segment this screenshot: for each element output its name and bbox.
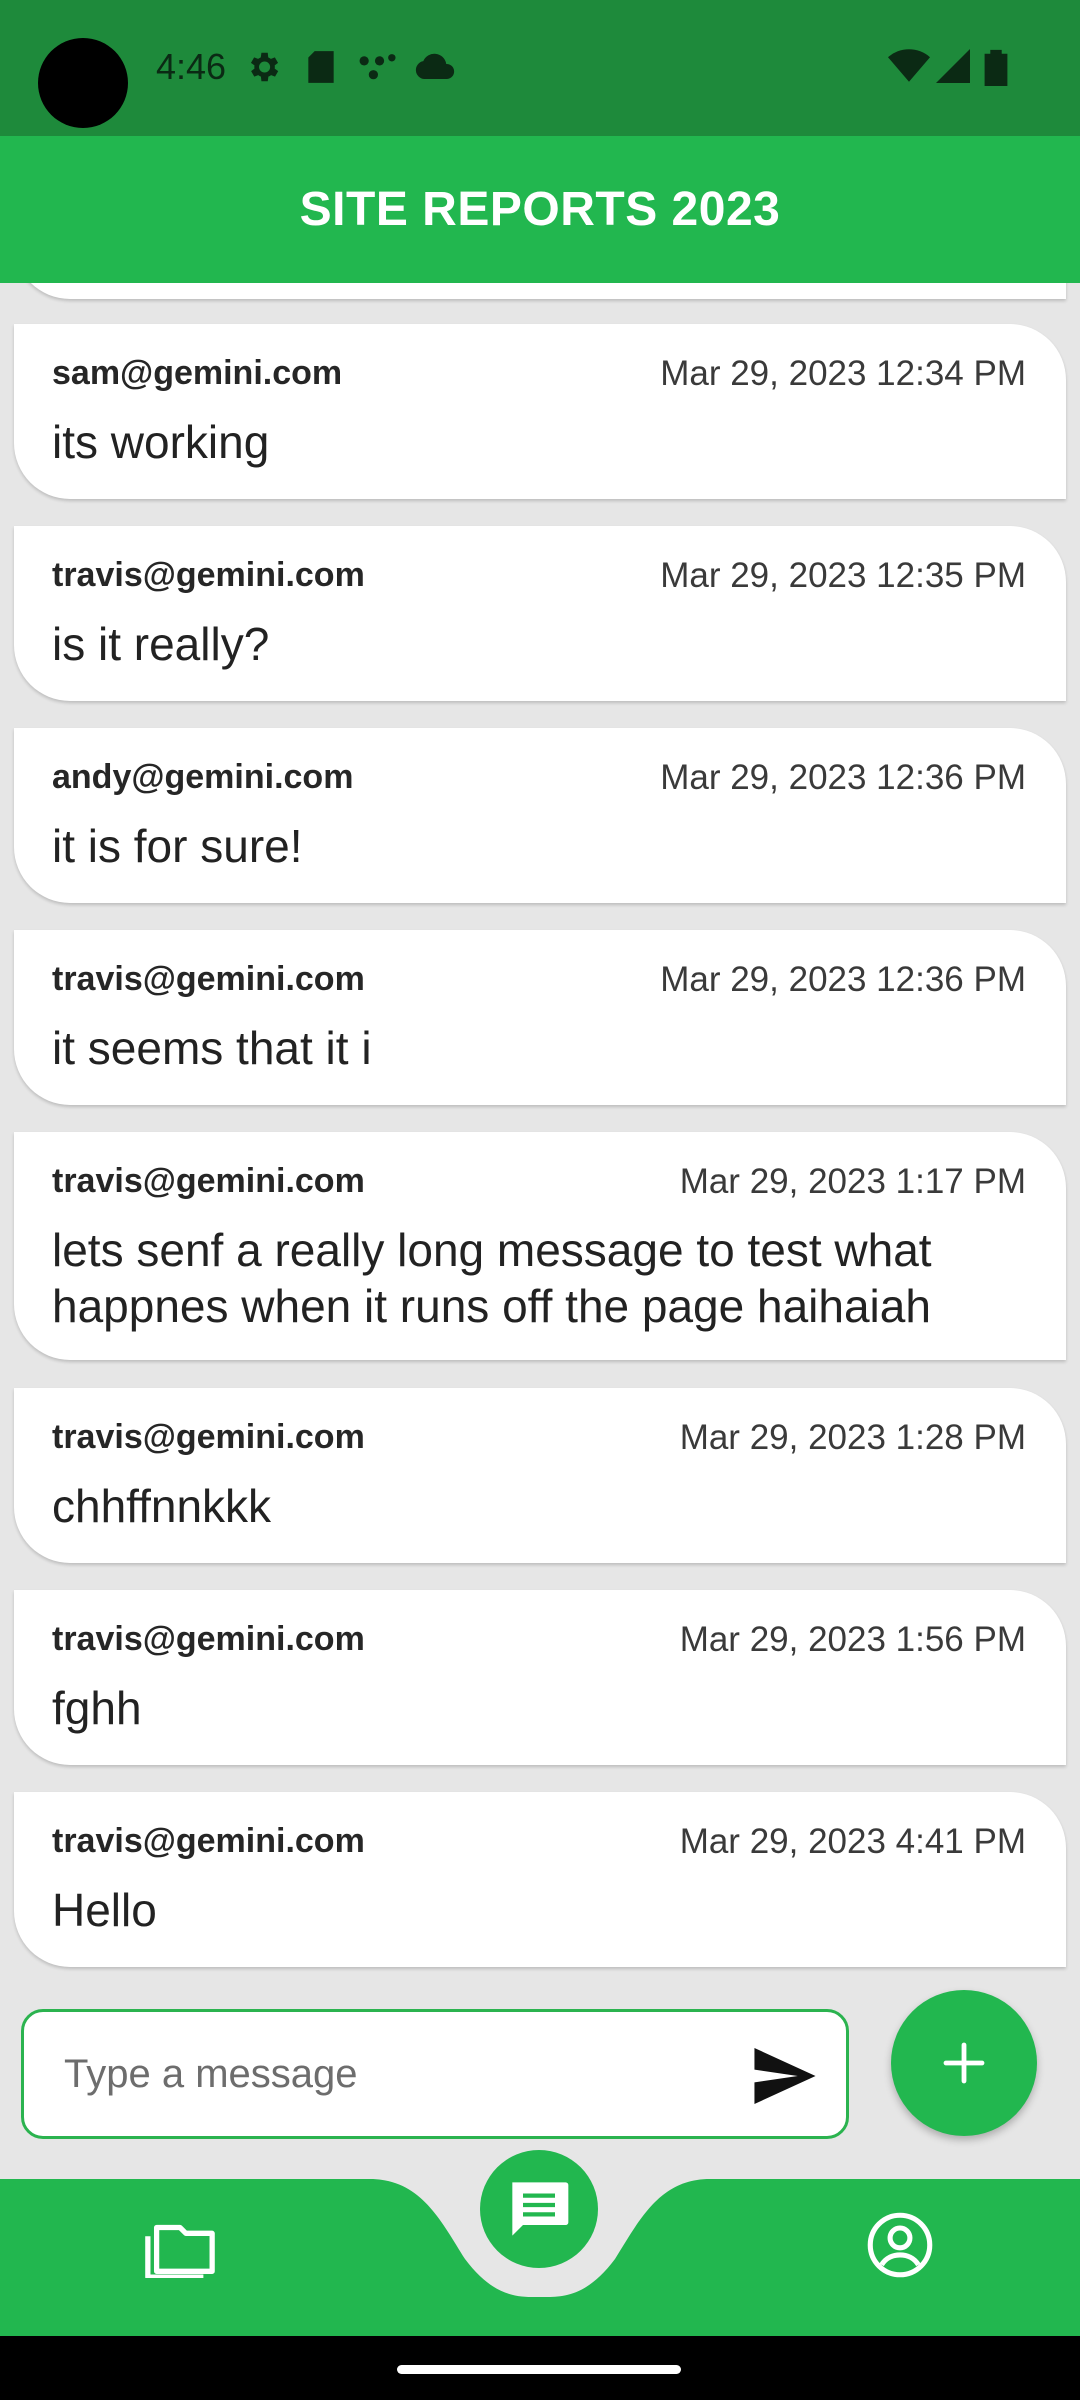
battery-icon bbox=[984, 49, 1008, 86]
add-button[interactable] bbox=[891, 1990, 1037, 2136]
cell-signal-icon bbox=[936, 49, 970, 83]
message-sender: travis@gemini.com bbox=[52, 1620, 365, 1658]
message-timestamp: Mar 29, 2023 12:34 PM bbox=[660, 354, 1026, 393]
message-text: lets senf a really long message to test … bbox=[52, 1224, 932, 1332]
message-list[interactable]: sam@gemini.com Mar 29, 2023 12:34 PM its… bbox=[0, 283, 1080, 1979]
message-timestamp: Mar 29, 2023 4:41 PM bbox=[679, 1822, 1026, 1861]
message-text: its working bbox=[52, 416, 270, 468]
message-text: it seems that it i bbox=[52, 1022, 372, 1074]
cloud-icon bbox=[415, 53, 455, 79]
message-text: is it really? bbox=[52, 618, 270, 670]
message-card: travis@gemini.com Mar 29, 2023 1:56 PM f… bbox=[14, 1590, 1066, 1765]
message-sender: travis@gemini.com bbox=[52, 1418, 365, 1456]
message-card: travis@gemini.com Mar 29, 2023 1:17 PM l… bbox=[14, 1132, 1066, 1360]
nav-item-files[interactable] bbox=[142, 2212, 218, 2283]
wifi-icon bbox=[888, 49, 930, 82]
message-composer bbox=[21, 2009, 849, 2139]
message-card: sam@gemini.com Mar 29, 2023 12:34 PM its… bbox=[14, 324, 1066, 499]
nav-item-profile[interactable] bbox=[866, 2211, 934, 2284]
message-text: chhffnnkkk bbox=[52, 1480, 272, 1532]
dots-icon bbox=[359, 54, 396, 80]
message-sender: travis@gemini.com bbox=[52, 1162, 365, 1200]
home-indicator[interactable] bbox=[397, 2365, 681, 2374]
status-bar: 4:46 bbox=[0, 0, 1080, 136]
chat-icon bbox=[512, 2182, 569, 2236]
folder-icon bbox=[145, 2224, 215, 2280]
message-input[interactable] bbox=[64, 2042, 744, 2106]
settings-gear-icon bbox=[250, 52, 279, 82]
message-sender: travis@gemini.com bbox=[52, 960, 365, 998]
system-gesture-bar bbox=[0, 2336, 1080, 2400]
message-sender: travis@gemini.com bbox=[52, 1822, 365, 1860]
page-title: SITE REPORTS 2023 bbox=[299, 183, 781, 236]
message-timestamp: Mar 29, 2023 12:36 PM bbox=[660, 960, 1026, 999]
camera-cutout bbox=[38, 38, 128, 128]
message-card: travis@gemini.com Mar 29, 2023 12:35 PM … bbox=[14, 526, 1066, 701]
message-timestamp: Mar 29, 2023 1:28 PM bbox=[679, 1418, 1026, 1457]
message-card: travis@gemini.com Mar 29, 2023 1:28 PM c… bbox=[14, 1388, 1066, 1563]
plus-icon bbox=[943, 2042, 985, 2084]
message-card: andy@gemini.com Mar 29, 2023 12:36 PM it… bbox=[14, 728, 1066, 903]
message-text: fghh bbox=[52, 1682, 142, 1734]
send-icon[interactable] bbox=[754, 2048, 816, 2104]
message-timestamp: Mar 29, 2023 12:36 PM bbox=[660, 758, 1026, 797]
message-sender: travis@gemini.com bbox=[52, 556, 365, 594]
message-sender: andy@gemini.com bbox=[52, 758, 354, 796]
status-time: 4:46 bbox=[156, 46, 227, 87]
sd-card-icon bbox=[308, 51, 334, 83]
message-text: it is for sure! bbox=[52, 820, 303, 872]
message-sender: sam@gemini.com bbox=[52, 354, 343, 392]
partial-message-card bbox=[14, 283, 1066, 299]
message-timestamp: Mar 29, 2023 1:56 PM bbox=[679, 1620, 1026, 1659]
message-card: travis@gemini.com Mar 29, 2023 12:36 PM … bbox=[14, 930, 1066, 1105]
message-text: Hello bbox=[52, 1884, 157, 1936]
account-circle-icon bbox=[867, 2212, 933, 2278]
nav-item-messages[interactable] bbox=[480, 2150, 598, 2268]
message-timestamp: Mar 29, 2023 12:35 PM bbox=[660, 556, 1026, 595]
message-card: travis@gemini.com Mar 29, 2023 4:41 PM H… bbox=[14, 1792, 1066, 1967]
message-timestamp: Mar 29, 2023 1:17 PM bbox=[679, 1162, 1026, 1201]
app-bar: SITE REPORTS 2023 bbox=[0, 136, 1080, 283]
